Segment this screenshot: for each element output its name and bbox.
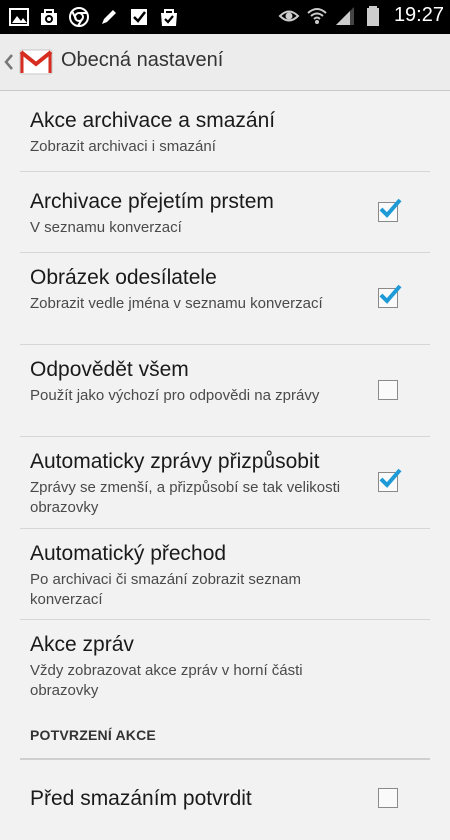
checkbox-unchecked[interactable] xyxy=(378,788,398,808)
checkbox-checked[interactable] xyxy=(378,468,402,492)
checkmark-icon xyxy=(379,468,402,488)
system-icons: 19:27 xyxy=(278,4,444,27)
section-header-confirm-actions: POTVRZENÍ AKCE xyxy=(20,710,430,760)
setting-subtitle: Použít jako výchozí pro odpovědi na zprá… xyxy=(30,387,320,404)
signal-icon xyxy=(334,5,356,27)
notification-icons xyxy=(8,6,180,28)
checkmark-icon xyxy=(379,198,402,218)
shopping-bag-check-icon xyxy=(158,6,180,28)
setting-subtitle: Po archivaci či smazání zobrazit seznam … xyxy=(30,571,301,608)
photo-bag-icon xyxy=(38,6,60,28)
page-title: Obecná nastavení xyxy=(61,49,224,71)
checkbox-checked[interactable] xyxy=(378,198,402,222)
setting-swipe-to-archive[interactable]: Archivace přejetím prstem V seznamu konv… xyxy=(20,172,430,253)
settings-list: Akce archivace a smazání Zobrazit archiv… xyxy=(0,91,450,840)
status-bar: 19:27 xyxy=(0,0,450,34)
checkbox-checked[interactable] xyxy=(378,284,402,308)
setting-title: Archivace přejetím prstem xyxy=(30,190,274,213)
setting-confirm-before-delete[interactable]: Před smazáním potvrdit xyxy=(20,760,430,840)
setting-subtitle: Zobrazit vedle jména v seznamu konverzac… xyxy=(30,295,323,312)
wifi-icon xyxy=(306,5,328,27)
setting-title: Automaticky zprávy přizpůsobit xyxy=(30,450,320,473)
setting-subtitle: V seznamu konverzací xyxy=(30,219,182,236)
pen-icon xyxy=(98,6,120,28)
battery-icon xyxy=(362,5,384,27)
setting-title: Automatický přechod xyxy=(30,542,227,565)
chevron-left-icon xyxy=(4,54,13,70)
setting-subtitle: Vždy zobrazovat akce zpráv v horní části… xyxy=(30,662,303,699)
gmail-icon[interactable] xyxy=(18,43,54,79)
eye-icon xyxy=(278,5,300,27)
setting-auto-fit-messages[interactable]: Automaticky zprávy přizpůsobit Zprávy se… xyxy=(20,437,430,529)
image-icon xyxy=(8,6,30,28)
checkbox-unchecked[interactable] xyxy=(378,380,398,400)
back-button[interactable] xyxy=(4,48,18,76)
setting-title: Před smazáním potvrdit xyxy=(30,787,252,810)
checklist-icon xyxy=(128,6,150,28)
setting-auto-advance[interactable]: Automatický přechod Po archivaci či smaz… xyxy=(20,529,430,620)
setting-title: Akce archivace a smazání xyxy=(30,109,276,132)
chrome-icon xyxy=(68,6,90,28)
setting-sender-image[interactable]: Obrázek odesílatele Zobrazit vedle jména… xyxy=(20,253,430,345)
setting-archive-delete-actions[interactable]: Akce archivace a smazání Zobrazit archiv… xyxy=(20,91,430,172)
clock: 19:27 xyxy=(393,4,444,26)
setting-title: Akce zpráv xyxy=(30,633,134,656)
action-bar: Obecná nastavení xyxy=(0,34,450,91)
setting-title: Odpovědět všem xyxy=(30,358,189,381)
setting-subtitle: Zobrazit archivaci i smazání xyxy=(30,138,216,155)
setting-reply-all[interactable]: Odpovědět všem Použít jako výchozí pro o… xyxy=(20,345,430,437)
checkmark-icon xyxy=(379,284,402,304)
setting-title: Obrázek odesílatele xyxy=(30,266,217,289)
setting-message-actions[interactable]: Akce zpráv Vždy zobrazovat akce zpráv v … xyxy=(20,620,430,710)
setting-subtitle: Zprávy se zmenší, a přizpůsobí se tak ve… xyxy=(30,479,341,516)
